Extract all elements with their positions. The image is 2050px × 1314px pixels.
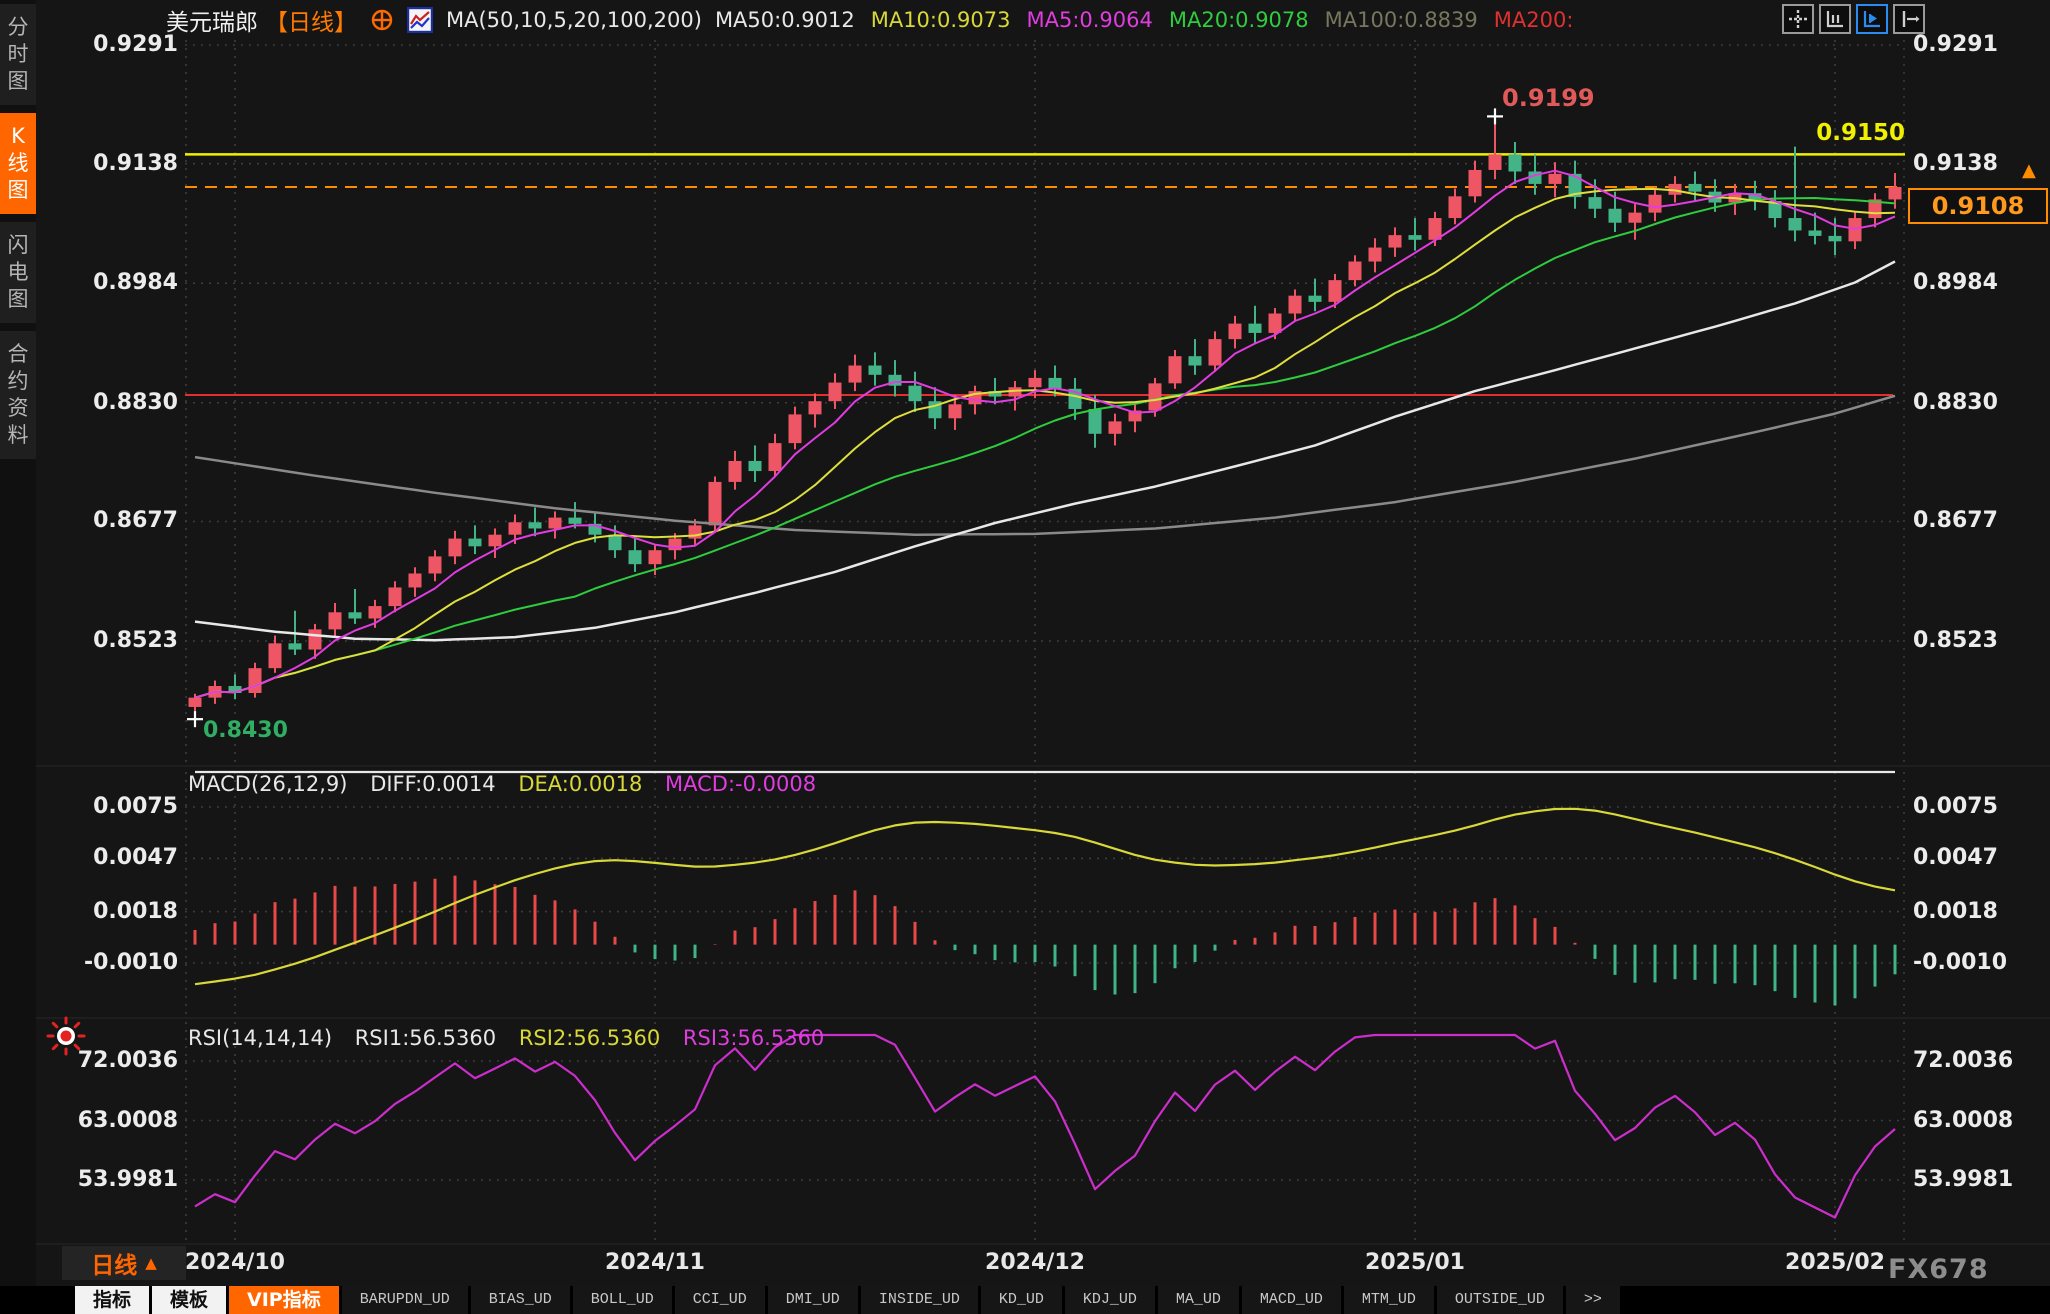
macd-axis-label: -0.0010 (1913, 950, 2049, 976)
ma-value: MA50:0.9012 (715, 8, 855, 32)
bottom-tab-ma-ud[interactable]: MA_UD (1158, 1286, 1239, 1314)
bottom-tab-kdj-ud[interactable]: KDJ_UD (1065, 1286, 1155, 1314)
price-axis-label: 0.8677 (40, 508, 178, 534)
period-tag: 【日线】 (265, 3, 357, 37)
rsi-axis-label: 53.9981 (40, 1167, 178, 1193)
indicator-tab-bar: 指标模板VIP指标BARUPDN_UDBIAS_UDBOLL_UDCCI_UDD… (0, 1286, 2050, 1314)
macd-header: MACD(26,12,9) DIFF:0.0014 DEA:0.0018 MAC… (188, 772, 832, 796)
bottom-tab-cci-ud[interactable]: CCI_UD (675, 1286, 765, 1314)
bottom-tab-boll-ud[interactable]: BOLL_UD (573, 1286, 672, 1314)
price-axis-label: 0.8984 (1913, 270, 2049, 296)
ma-value: MA5:0.9064 (1026, 8, 1152, 32)
symbol-name: 美元瑞郎 (166, 3, 258, 37)
date-axis-label: 2025/02 (1765, 1250, 1905, 1275)
bottom-tab-vip指标[interactable]: VIP指标 (229, 1286, 339, 1314)
macd-axis-label: 0.0047 (40, 845, 178, 871)
ma-value: MA20:0.9078 (1169, 8, 1309, 32)
rsi-axis-label: 72.0036 (1913, 1048, 2049, 1074)
ma-value: MA10:0.9073 (871, 8, 1011, 32)
target-icon[interactable] (370, 8, 394, 32)
macd-title: MACD(26,12,9) (188, 772, 348, 796)
current-price-tag: 0.9108 (1908, 188, 2048, 224)
bottom-tab-outside-ud[interactable]: OUTSIDE_UD (1437, 1286, 1563, 1314)
bottom-tab-inside-ud[interactable]: INSIDE_UD (861, 1286, 978, 1314)
pan-tool-icon[interactable] (1782, 4, 1814, 34)
date-axis-label: 2024/11 (585, 1250, 725, 1275)
macd-axis-label: 0.0018 (1913, 899, 2049, 925)
axis-scale-icon[interactable] (1819, 4, 1851, 34)
swing-high-label: 0.9199 (1502, 84, 1595, 112)
bar-shift-icon[interactable] (1893, 4, 1925, 34)
macd-axis-label: -0.0010 (40, 950, 178, 976)
bottom-tab-bias-ud[interactable]: BIAS_UD (471, 1286, 570, 1314)
macd-axis-label: 0.0018 (40, 899, 178, 925)
price-axis-label: 0.8830 (1913, 390, 2049, 416)
rsi-axis-label: 63.0008 (40, 1108, 178, 1134)
bottom-tab-mtm-ud[interactable]: MTM_UD (1344, 1286, 1434, 1314)
rsi-axis-label: 63.0008 (1913, 1108, 2049, 1134)
rsi1-value: RSI1:56.5360 (355, 1026, 496, 1050)
bottom-tab-barupdn-ud[interactable]: BARUPDN_UD (342, 1286, 468, 1314)
axis-play-icon[interactable] (1856, 4, 1888, 34)
brand-watermark: FX678 (1888, 1254, 1989, 1285)
macd-axis-label: 0.0047 (1913, 845, 2049, 871)
ma-value: MA200: (1494, 8, 1574, 32)
bottom-tab-kd-ud[interactable]: KD_UD (981, 1286, 1062, 1314)
macd-axis-label: 0.0075 (40, 794, 178, 820)
macd-dea-value: DEA:0.0018 (518, 772, 642, 796)
alert-dot-icon (46, 1016, 86, 1060)
chart-surface[interactable] (0, 0, 2050, 1314)
bottom-tab->>[interactable]: >> (1566, 1286, 1620, 1314)
period-label: 日线 (91, 1246, 137, 1280)
rsi-header: RSI(14,14,14) RSI1:56.5360 RSI2:56.5360 … (188, 1026, 840, 1050)
price-axis-label: 0.9291 (1913, 32, 2049, 58)
price-axis-label: 0.9138 (40, 151, 178, 177)
resistance-level-label: 0.9150 (1795, 120, 1905, 146)
ma-settings-label: MA(50,10,5,20,100,200) (446, 8, 702, 32)
ma-value: MA100:0.8839 (1325, 8, 1478, 32)
price-axis-label: 0.8677 (1913, 508, 2049, 534)
price-axis-label: 0.8984 (40, 270, 178, 296)
chart-header: 美元瑞郎 【日线】 MA(50,10,5,20,100,200) MA50:0.… (166, 5, 1589, 35)
rsi2-value: RSI2:56.5360 (519, 1026, 660, 1050)
rsi3-value: RSI3:56.5360 (683, 1026, 824, 1050)
triangle-up-icon: ▲ (145, 1254, 157, 1272)
rsi-title: RSI(14,14,14) (188, 1026, 332, 1050)
bottom-tab-指标[interactable]: 指标 (75, 1286, 149, 1314)
line-chart-icon[interactable] (407, 7, 433, 33)
chart-toolbar (1782, 4, 1925, 34)
price-up-arrow-icon: ▲ (2022, 160, 2036, 181)
price-axis-label: 0.8523 (1913, 628, 2049, 654)
price-axis-label: 0.9291 (40, 32, 178, 58)
bottom-tab-dmi-ud[interactable]: DMI_UD (768, 1286, 858, 1314)
chart-application: 分时图 K线图 闪电图 合约资料 美元瑞郎 【日线】 MA(50,10,5,20… (0, 0, 2050, 1314)
date-axis-label: 2024/12 (965, 1250, 1105, 1275)
price-axis-label: 0.8523 (40, 628, 178, 654)
date-axis-label: 2024/10 (165, 1250, 305, 1275)
price-axis-label: 0.8830 (40, 390, 178, 416)
bottom-tab-macd-ud[interactable]: MACD_UD (1242, 1286, 1341, 1314)
macd-axis-label: 0.0075 (1913, 794, 2049, 820)
swing-low-label: 0.8430 (203, 718, 288, 743)
macd-diff-value: DIFF:0.0014 (370, 772, 495, 796)
date-axis-label: 2025/01 (1345, 1250, 1485, 1275)
ma-values: MA50:0.9012 MA10:0.9073 MA5:0.9064 MA20:0.9… (715, 8, 1589, 32)
rsi-axis-label: 53.9981 (1913, 1167, 2049, 1193)
macd-macd-value: MACD:-0.0008 (665, 772, 816, 796)
bottom-tab-模板[interactable]: 模板 (152, 1286, 226, 1314)
